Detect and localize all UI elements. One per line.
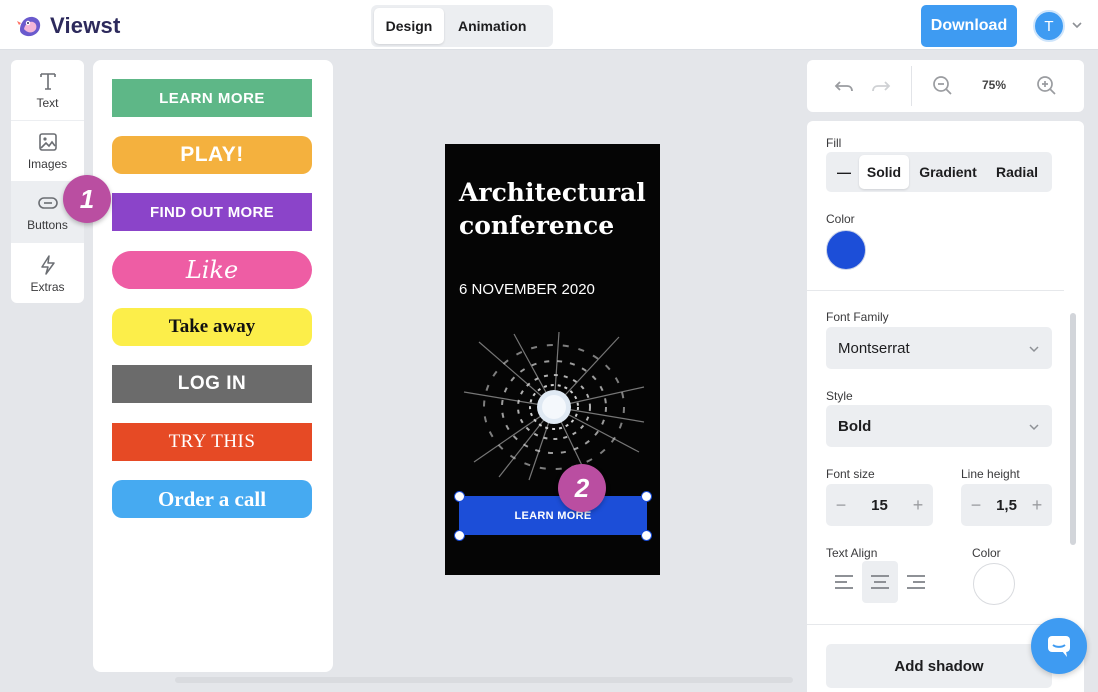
preset-find-out-more[interactable]: FIND OUT MORE (112, 193, 312, 231)
text-color-label: Color (972, 546, 1001, 560)
align-center-icon (871, 575, 889, 589)
fill-color-swatch[interactable] (826, 230, 866, 270)
style-value: Bold (838, 417, 872, 435)
fill-solid-option[interactable]: Solid (859, 155, 909, 189)
undo-icon[interactable] (832, 74, 856, 98)
image-icon (38, 133, 57, 151)
banner-title[interactable]: Architectural conference (459, 176, 654, 242)
preset-take-away[interactable]: Take away (112, 308, 312, 346)
fill-type-switch: — Solid Gradient Radial (826, 152, 1052, 192)
increment-icon[interactable]: + (909, 495, 927, 516)
avatar[interactable]: T (1033, 10, 1065, 42)
viewst-logo-icon (17, 16, 41, 37)
line-height-stepper: − 1,5 + (961, 484, 1052, 526)
font-family-select[interactable]: Montserrat (826, 327, 1052, 369)
tab-animation[interactable]: Animation (444, 8, 540, 44)
font-size-stepper: − 15 + (826, 484, 933, 526)
tool-text-label: Text (36, 96, 59, 110)
zoom-in-icon[interactable] (1035, 74, 1059, 98)
redo-icon[interactable] (869, 74, 893, 98)
zoom-toolbar: 75% (807, 60, 1084, 112)
style-select[interactable]: Bold (826, 405, 1052, 447)
mode-switch: Design Animation (371, 5, 553, 47)
step-badge-2: 2 (558, 464, 606, 512)
resize-handle-top-right[interactable] (641, 491, 652, 502)
font-family-label: Font Family (826, 310, 889, 324)
font-size-value[interactable]: 15 (871, 497, 888, 514)
tool-images-label: Images (27, 157, 68, 171)
resize-handle-bottom-right[interactable] (641, 530, 652, 541)
preset-try-this[interactable]: TRY THIS (112, 423, 312, 461)
download-button[interactable]: Download (921, 5, 1017, 47)
preset-log-in[interactable]: LOG IN (112, 365, 312, 403)
preset-like[interactable]: Like (112, 251, 312, 289)
tab-design[interactable]: Design (374, 8, 444, 44)
align-right-button[interactable] (898, 561, 934, 603)
fill-color-label: Color (826, 212, 855, 226)
fill-label: Fill (826, 136, 842, 150)
chevron-down-icon (1029, 346, 1039, 353)
panel-scrollbar[interactable] (1070, 313, 1076, 545)
decrement-icon[interactable]: − (967, 495, 985, 516)
line-height-label: Line height (961, 467, 1020, 481)
resize-handle-top-left[interactable] (454, 491, 465, 502)
section-divider (807, 624, 1064, 625)
font-size-label: Font size (826, 467, 875, 481)
tool-extras[interactable]: Extras (11, 243, 84, 303)
canvas-horizontal-scrollbar[interactable] (175, 677, 793, 683)
chat-bubble-icon (1048, 636, 1070, 657)
line-height-value[interactable]: 1,5 (996, 497, 1017, 514)
toolbar-divider (911, 66, 912, 106)
selected-button-learn-more[interactable]: LEARN MORE (459, 496, 647, 535)
preset-learn-more[interactable]: LEARN MORE (112, 79, 312, 117)
preset-order-a-call[interactable]: Order a call (112, 480, 312, 518)
zoom-out-icon[interactable] (931, 74, 955, 98)
fill-radial-option[interactable]: Radial (987, 155, 1047, 189)
tool-images[interactable]: Images (11, 121, 84, 182)
text-color-swatch[interactable] (973, 563, 1015, 605)
app-name: Viewst (50, 13, 121, 38)
chat-support-button[interactable] (1031, 618, 1087, 674)
logo[interactable]: Viewst (16, 12, 121, 40)
font-family-value: Montserrat (838, 339, 910, 357)
tool-buttons-label: Buttons (27, 218, 68, 232)
chevron-down-icon[interactable] (1070, 18, 1084, 32)
style-label: Style (826, 389, 853, 403)
properties-panel: Fill — Solid Gradient Radial Color Font … (807, 121, 1084, 692)
align-right-icon (907, 575, 925, 589)
decrement-icon[interactable]: − (832, 495, 850, 516)
fill-gradient-option[interactable]: Gradient (909, 155, 987, 189)
resize-handle-bottom-left[interactable] (454, 530, 465, 541)
zoom-level: 75% (981, 78, 1007, 92)
button-icon (37, 197, 58, 209)
text-icon (39, 73, 56, 90)
align-left-button[interactable] (826, 561, 862, 603)
tool-extras-label: Extras (30, 279, 65, 294)
increment-icon[interactable]: + (1028, 495, 1046, 516)
buttons-panel: LEARN MORE PLAY! FIND OUT MORE Like Take… (93, 60, 333, 672)
preset-play[interactable]: PLAY! (112, 136, 312, 174)
lightning-icon (40, 254, 55, 275)
align-center-button[interactable] (862, 561, 898, 603)
top-bar: Viewst Design Animation Download T (0, 0, 1098, 50)
tunnel-image[interactable] (459, 332, 649, 482)
add-shadow-button[interactable]: Add shadow (826, 644, 1052, 688)
tool-text[interactable]: Text (11, 60, 84, 121)
align-left-icon (835, 575, 853, 589)
chevron-down-icon (1029, 424, 1039, 431)
section-divider (807, 290, 1064, 291)
step-badge-1: 1 (63, 175, 111, 223)
banner-date[interactable]: 6 NOVEMBER 2020 (459, 278, 619, 302)
fill-none-option[interactable]: — (829, 155, 859, 189)
text-align-label: Text Align (826, 546, 878, 560)
